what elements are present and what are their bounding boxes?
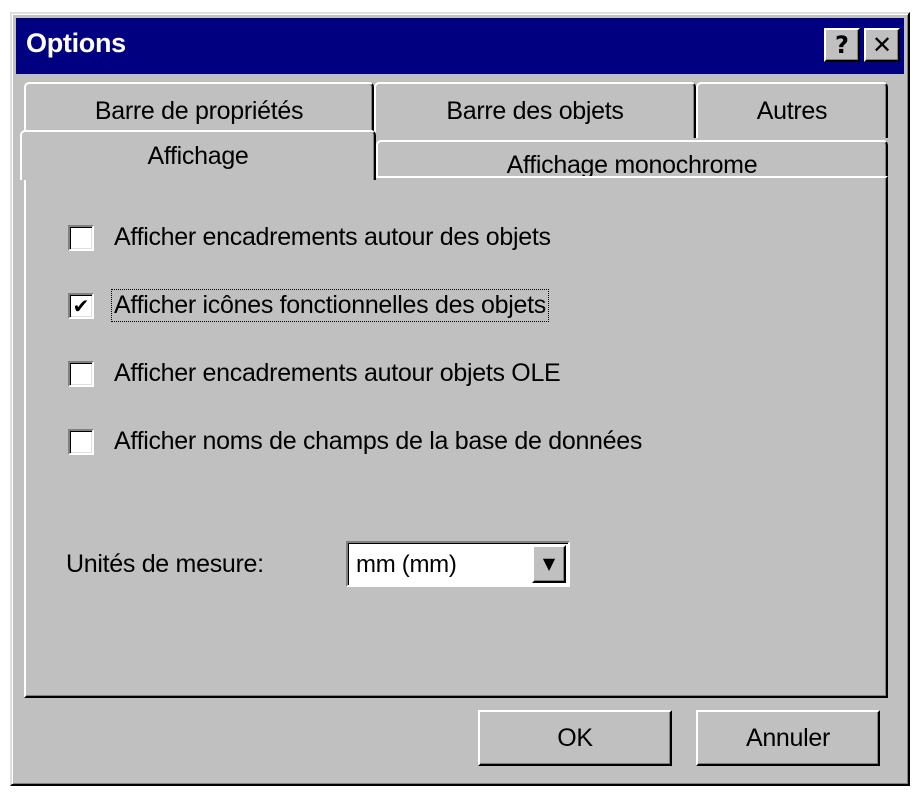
option-encadrements-ole[interactable]: Afficher encadrements autour objets OLE (68, 358, 562, 389)
checkbox[interactable]: ✔ (68, 292, 94, 319)
cancel-button[interactable]: Annuler (696, 710, 880, 766)
units-select-value: mm (mm) (356, 551, 457, 578)
affichage-panel: Afficher encadrements autour des objets … (24, 176, 888, 698)
option-label: Afficher encadrements autour objets OLE (114, 359, 561, 387)
tab-autres[interactable]: Autres (696, 82, 888, 138)
tab-affichage[interactable]: Affichage (20, 130, 376, 180)
option-label: Afficher noms de champs de la base de do… (114, 427, 643, 455)
close-button[interactable]: ✕ (864, 28, 900, 62)
check-icon: ✔ (72, 293, 90, 318)
option-label: Afficher encadrements autour des objets (114, 223, 551, 251)
option-encadrements-objets[interactable]: Afficher encadrements autour des objets (68, 222, 553, 253)
checkbox[interactable] (68, 428, 94, 455)
checkbox[interactable] (68, 360, 94, 387)
window-title: Options (26, 28, 126, 58)
option-noms-de-champs[interactable]: Afficher noms de champs de la base de do… (68, 426, 644, 457)
close-icon: ✕ (871, 31, 893, 59)
checkbox[interactable] (68, 224, 94, 251)
units-select[interactable]: mm (mm) ▼ (346, 541, 570, 587)
dropdown-button[interactable]: ▼ (532, 545, 566, 583)
chevron-down-icon: ▼ (542, 554, 556, 573)
option-icones-fonctionnelles[interactable]: ✔ Afficher icônes fonctionnelles des obj… (68, 289, 549, 322)
ok-button[interactable]: OK (478, 710, 672, 766)
title-bar[interactable]: Options ? ✕ (16, 18, 904, 74)
option-label: Afficher icônes fonctionnelles des objet… (111, 289, 549, 322)
units-label: Unités de mesure: (66, 550, 264, 578)
help-button[interactable]: ? (824, 28, 860, 62)
tab-barre-des-objets[interactable]: Barre des objets (374, 82, 696, 138)
